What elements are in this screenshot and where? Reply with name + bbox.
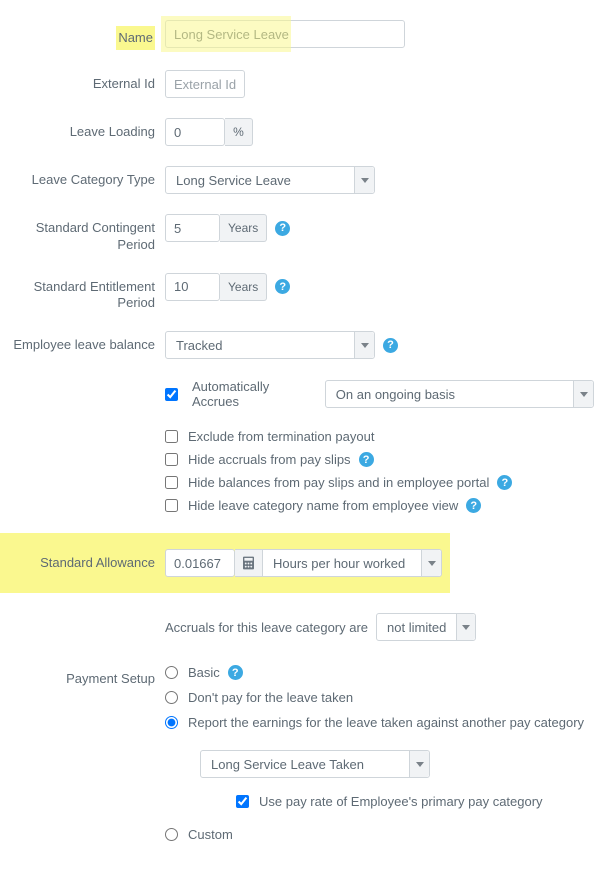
years-addon: Years: [220, 273, 267, 301]
help-icon[interactable]: ?: [228, 665, 243, 680]
employee-leave-balance-select[interactable]: Tracked: [165, 331, 375, 359]
standard-allowance-input[interactable]: [165, 549, 235, 577]
standard-allowance-label: Standard Allowance: [0, 555, 165, 571]
payment-dont-pay-radio[interactable]: [165, 691, 178, 704]
payment-basic-label: Basic: [188, 665, 220, 680]
accrual-limit-value: not limited: [377, 614, 456, 640]
report-category-select[interactable]: Long Service Leave Taken: [200, 750, 430, 778]
accrual-period-value: On an ongoing basis: [326, 381, 573, 407]
automatically-accrues-label: Automatically Accrues: [192, 379, 319, 409]
calculator-button[interactable]: [235, 549, 263, 577]
standard-entitlement-period-label: Standard Entitlement Period: [0, 273, 165, 312]
standard-allowance-unit-value: Hours per hour worked: [263, 550, 421, 576]
accrual-limit-text: Accruals for this leave category are: [165, 620, 368, 635]
caret-down-icon: [573, 381, 593, 407]
payment-basic-radio[interactable]: [165, 666, 178, 679]
report-category-value: Long Service Leave Taken: [201, 751, 409, 777]
payment-dont-pay-label: Don't pay for the leave taken: [188, 690, 353, 705]
accrual-period-select[interactable]: On an ongoing basis: [325, 380, 594, 408]
caret-down-icon: [421, 550, 441, 576]
caret-down-icon: [354, 332, 374, 358]
hide-category-name-checkbox[interactable]: [165, 499, 178, 512]
hide-accruals-checkbox[interactable]: [165, 453, 178, 466]
hide-balances-checkbox[interactable]: [165, 476, 178, 489]
payment-setup-label: Payment Setup: [0, 665, 165, 687]
use-primary-rate-checkbox[interactable]: [236, 795, 249, 808]
leave-category-type-label: Leave Category Type: [0, 166, 165, 188]
hide-balances-label: Hide balances from pay slips and in empl…: [188, 475, 489, 490]
automatically-accrues-checkbox[interactable]: [165, 388, 178, 401]
years-addon: Years: [220, 214, 267, 242]
caret-down-icon: [456, 614, 475, 640]
standard-contingent-period-input[interactable]: [165, 214, 220, 242]
exclude-termination-checkbox[interactable]: [165, 430, 178, 443]
caret-down-icon: [354, 167, 374, 193]
help-icon[interactable]: ?: [466, 498, 481, 513]
leave-category-type-value: Long Service Leave: [166, 167, 354, 193]
leave-loading-label: Leave Loading: [0, 118, 165, 140]
hide-accruals-label: Hide accruals from pay slips: [188, 452, 351, 467]
help-icon[interactable]: ?: [275, 221, 290, 236]
help-icon[interactable]: ?: [359, 452, 374, 467]
leave-category-type-select[interactable]: Long Service Leave: [165, 166, 375, 194]
leave-loading-input[interactable]: [165, 118, 225, 146]
employee-leave-balance-value: Tracked: [166, 332, 354, 358]
caret-down-icon: [409, 751, 429, 777]
exclude-termination-label: Exclude from termination payout: [188, 429, 374, 444]
external-id-label: External Id: [0, 70, 165, 92]
use-primary-rate-label: Use pay rate of Employee's primary pay c…: [259, 794, 543, 809]
payment-report-radio[interactable]: [165, 716, 178, 729]
name-label: Name: [116, 26, 155, 50]
help-icon[interactable]: ?: [275, 279, 290, 294]
employee-leave-balance-label: Employee leave balance: [0, 331, 165, 353]
payment-custom-label: Custom: [188, 827, 233, 842]
percent-addon: %: [225, 118, 253, 146]
help-icon[interactable]: ?: [497, 475, 512, 490]
accrual-limit-select[interactable]: not limited: [376, 613, 476, 641]
standard-allowance-unit-select[interactable]: Hours per hour worked: [263, 549, 442, 577]
help-icon[interactable]: ?: [383, 338, 398, 353]
payment-custom-radio[interactable]: [165, 828, 178, 841]
external-id-input[interactable]: [165, 70, 245, 98]
hide-category-name-label: Hide leave category name from employee v…: [188, 498, 458, 513]
name-input[interactable]: [165, 20, 405, 48]
standard-entitlement-period-input[interactable]: [165, 273, 220, 301]
payment-report-label: Report the earnings for the leave taken …: [188, 715, 584, 730]
standard-contingent-period-label: Standard Contingent Period: [0, 214, 165, 253]
